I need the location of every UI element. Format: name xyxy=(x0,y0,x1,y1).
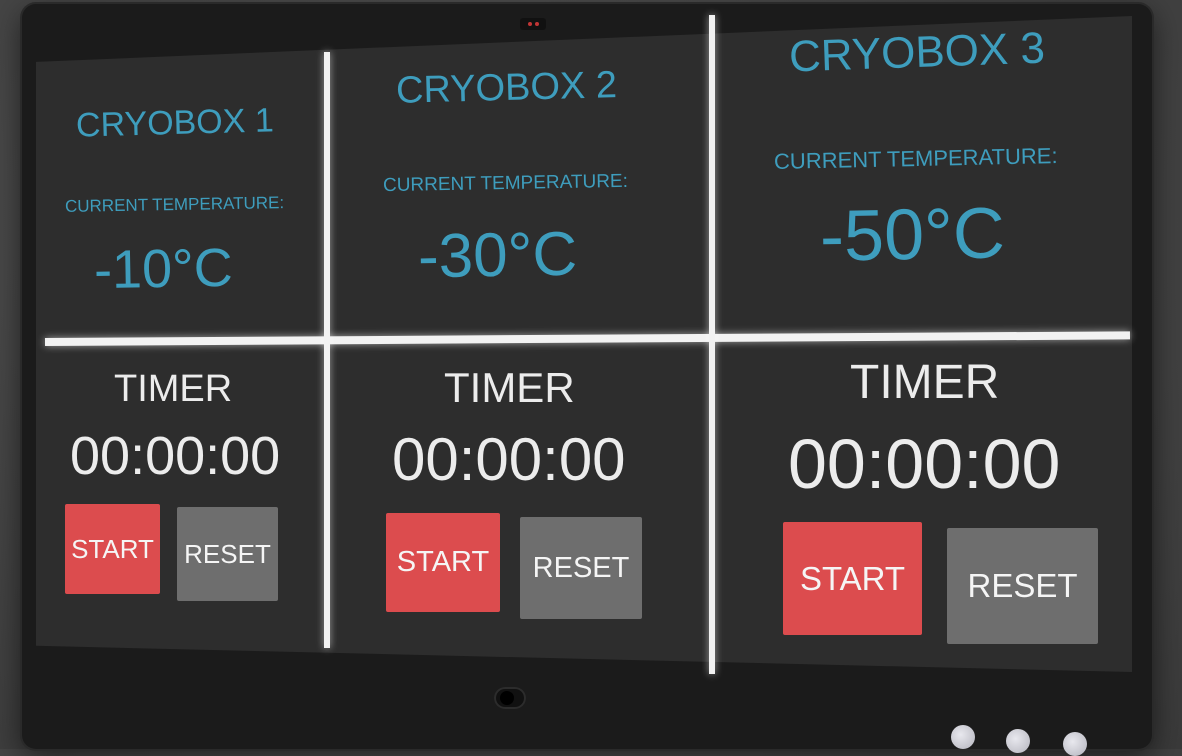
vertical-divider-1 xyxy=(324,52,330,648)
cryobox-title: CRYOBOX 3 xyxy=(788,23,1046,82)
cryobox-title: CRYOBOX 1 xyxy=(75,101,275,145)
indicator-light-icon xyxy=(1006,729,1030,753)
start-button[interactable]: START xyxy=(386,513,500,612)
power-button-icon[interactable] xyxy=(494,687,526,709)
reset-button[interactable]: RESET xyxy=(947,528,1098,644)
reset-button[interactable]: RESET xyxy=(177,507,278,601)
temperature-value: -10°C xyxy=(93,237,234,301)
start-button[interactable]: START xyxy=(783,522,922,635)
vertical-divider-2 xyxy=(709,15,715,674)
temperature-value: -30°C xyxy=(417,219,578,292)
start-button[interactable]: START xyxy=(65,504,160,594)
cryobox-title: CRYOBOX 2 xyxy=(395,64,618,112)
temperature-label: CURRENT TEMPERATURE: xyxy=(382,170,629,197)
timer-label: TIMER xyxy=(444,364,575,411)
indicator-light-icon xyxy=(1063,732,1087,756)
temperature-label: CURRENT TEMPERATURE: xyxy=(64,193,285,216)
indicator-light-icon xyxy=(951,725,975,749)
timer-label: TIMER xyxy=(850,356,1000,409)
timer-value: 00:00:00 xyxy=(788,425,1061,503)
temperature-value: -50°C xyxy=(819,193,1006,277)
timer-label: TIMER xyxy=(114,368,233,410)
webcam-icon xyxy=(520,18,546,30)
reset-button[interactable]: RESET xyxy=(520,517,642,619)
timer-value: 00:00:00 xyxy=(70,426,281,486)
timer-value: 00:00:00 xyxy=(392,426,626,493)
